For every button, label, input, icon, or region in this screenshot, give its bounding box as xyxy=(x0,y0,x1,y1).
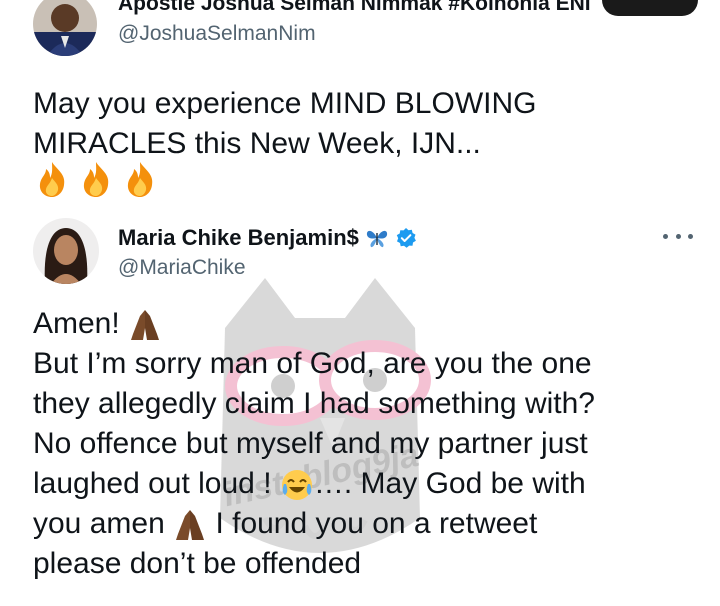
tweet-line: But I’m sorry man of God, are you the on… xyxy=(33,347,592,380)
tweet-line: you amen I found you on a retweet xyxy=(33,504,595,544)
more-options-icon[interactable] xyxy=(663,228,693,244)
tweet-line: laughed out loud ! …. May God be with xyxy=(33,464,595,504)
verified-badge-icon xyxy=(396,228,416,248)
tears-of-joy-emoji-icon xyxy=(281,470,312,501)
display-name[interactable]: Maria Chike Benjamin$ xyxy=(118,225,359,251)
quoted-tweet[interactable]: Apostle Joshua Selman Nimmak #Koinonia E… xyxy=(0,0,720,226)
fire-emoji-icon xyxy=(127,162,153,197)
folded-hands-emoji-icon xyxy=(131,310,160,341)
tweet-line: MIRACLES this New Week, IJN... xyxy=(33,127,481,160)
tweet-line: please don’t be offended xyxy=(33,547,362,580)
fire-emoji-icon xyxy=(83,162,109,197)
display-name[interactable]: Apostle Joshua Selman Nimmak #Koinonia E… xyxy=(118,0,591,16)
tweet-text: Amen! But I’m sorry man of God, are you … xyxy=(33,304,595,584)
fire-emoji-icon xyxy=(39,162,65,197)
name-row: Maria Chike Benjamin$ xyxy=(118,225,417,251)
tweet-text: May you experience MIND BLOWING MIRACLES… xyxy=(33,84,536,164)
avatar-maria-chike[interactable] xyxy=(33,218,99,284)
butterfly-emoji-icon xyxy=(366,230,387,248)
user-handle[interactable]: @JoshuaSelmanNim xyxy=(118,22,316,46)
tweet-line: Amen! xyxy=(33,304,595,344)
user-handle[interactable]: @MariaChike xyxy=(118,256,246,280)
tweet-line: No offence but myself and my partner jus… xyxy=(33,427,588,460)
emoji-row xyxy=(33,160,159,198)
folded-hands-emoji-icon xyxy=(176,510,205,541)
follow-button[interactable] xyxy=(602,0,698,16)
avatar-joshua-selman[interactable] xyxy=(33,0,97,56)
tweet-line: May you experience MIND BLOWING xyxy=(33,87,537,120)
tweet-line: they allegedly claim I had something wit… xyxy=(33,387,595,420)
